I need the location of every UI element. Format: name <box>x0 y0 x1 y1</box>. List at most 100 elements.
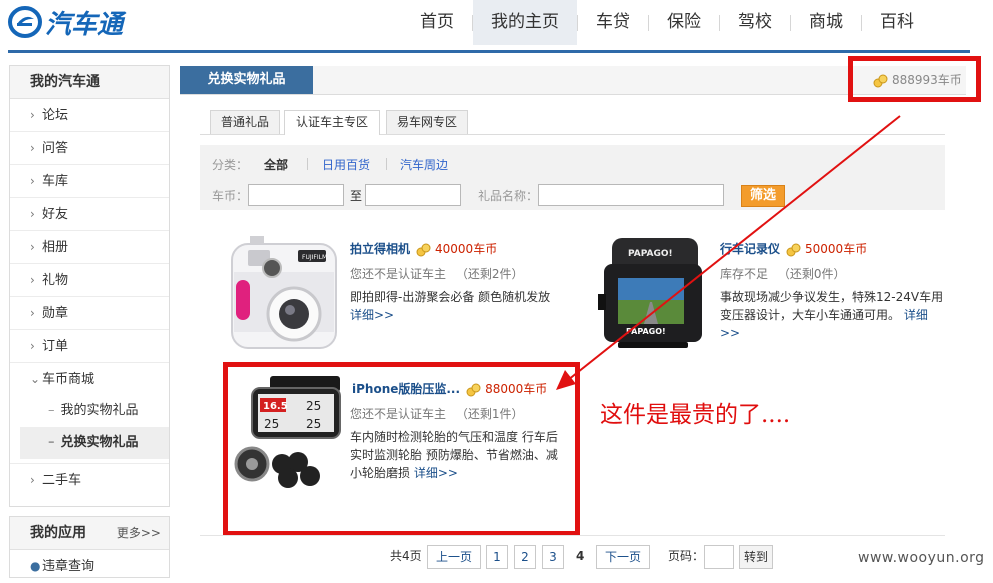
watermark: www.wooyun.org <box>858 550 985 566</box>
tab-certified-owners[interactable]: 认证车主专区 <box>284 110 380 135</box>
chevron-right-icon: › <box>30 240 35 254</box>
nav-loan[interactable]: 车贷 <box>578 0 648 45</box>
sidebar-subitem-my-gifts[interactable]: – 我的实物礼品 <box>10 395 169 427</box>
annotation-box-balance <box>848 56 981 102</box>
pager-divider <box>200 535 945 537</box>
nav-home[interactable]: 首页 <box>402 0 472 45</box>
sidebar-apps: 我的应用 更多>> ● 违章查询 <box>9 516 170 578</box>
sidebar-item-garage[interactable]: › 车库 <box>10 165 169 198</box>
page-title: 兑换实物礼品 <box>180 66 313 94</box>
logo-text: 汽车通 <box>45 9 124 40</box>
product-description: 即拍即得-出游聚会必备 颜色随机发放 详细>> <box>350 288 565 324</box>
sidebar-item-qa[interactable]: › 问答 <box>10 132 169 165</box>
chevron-right-icon: › <box>30 141 35 155</box>
chevron-right-icon: › <box>30 473 35 487</box>
pager-go-button[interactable]: 转到 <box>739 545 773 569</box>
filter-panel: 分类： 全部 日用百货 汽车周边 车币： 至 礼品名称： 筛选 <box>200 145 945 210</box>
sidebar-item-violation-query[interactable]: ● 违章查询 <box>10 550 169 582</box>
coin-min-input[interactable] <box>248 184 344 206</box>
tab-normal-gifts[interactable]: 普通礼品 <box>210 110 280 134</box>
sidebar-item-coin-mall[interactable]: ⌄ 车币商城 <box>10 363 169 395</box>
sidebar-title: 我的汽车通 <box>10 66 169 99</box>
nav-insurance[interactable]: 保险 <box>649 0 719 45</box>
chevron-right-icon: › <box>30 108 35 122</box>
product-status: 您还不是认证车主 （还剩2件） <box>350 265 523 282</box>
range-to-label: 至 <box>350 189 363 203</box>
pager-page-input[interactable] <box>704 545 734 569</box>
product-remaining: （还剩2件） <box>455 267 524 281</box>
coin-icon <box>786 243 801 256</box>
sidebar-menu: 我的汽车通 › 论坛 › 问答 › 车库 › 好友 › 相册 › 礼物 › 勋章 › 订单 ⌄ 车… <box>9 65 170 507</box>
nav-mall[interactable]: 商城 <box>791 0 861 45</box>
product-description-text: 即拍即得-出游聚会必备 颜色随机发放 <box>350 290 551 304</box>
svg-text:PAPAGO!: PAPAGO! <box>628 249 673 259</box>
pager-page-3[interactable]: 3 <box>542 545 564 569</box>
chevron-right-icon: › <box>30 174 35 188</box>
product-status-text: 您还不是认证车主 <box>350 267 447 281</box>
pager-total: 共4页 <box>390 549 422 563</box>
chevron-right-icon: › <box>30 339 35 353</box>
dash-icon: – <box>48 403 55 418</box>
sidebar-item-album[interactable]: › 相册 <box>10 231 169 264</box>
svg-text:PAPAGO!: PAPAGO! <box>626 327 666 336</box>
pager-next-button[interactable]: 下一页 <box>596 545 650 569</box>
product-remaining: （还剩0件） <box>777 267 846 281</box>
product-name-link[interactable]: 拍立得相机 <box>350 240 410 257</box>
sidebar-item-forum[interactable]: › 论坛 <box>10 99 169 132</box>
sidebar-subitem-label: 兑换实物礼品 <box>60 435 139 450</box>
coin-icon <box>416 243 431 256</box>
annotation-box-product <box>223 362 580 536</box>
nav-wiki[interactable]: 百科 <box>862 0 932 45</box>
pager-page-2[interactable]: 2 <box>514 545 536 569</box>
nav-my-home[interactable]: 我的主页 <box>473 0 577 45</box>
sidebar-item-gifts[interactable]: › 礼物 <box>10 264 169 297</box>
sidebar-item-label: 车币商城 <box>42 372 95 387</box>
pager-page-label: 页码： <box>668 549 705 563</box>
product-price: 40000车币 <box>435 242 498 256</box>
sidebar-item-label: 车库 <box>42 174 69 189</box>
apps-title: 我的应用 更多>> <box>10 517 169 550</box>
product-title-row: 行车记录仪 50000车币 <box>720 240 867 257</box>
sidebar-item-orders[interactable]: › 订单 <box>10 330 169 363</box>
sidebar-item-label: 订单 <box>42 339 69 354</box>
sidebar-item-medals[interactable]: › 勋章 <box>10 297 169 330</box>
category-daily-goods[interactable]: 日用百货 <box>322 156 370 173</box>
coin-range-label: 车币： <box>212 189 249 203</box>
nav-underline <box>8 50 970 53</box>
category-label: 分类： <box>212 158 249 172</box>
logo-icon <box>8 6 42 38</box>
gift-name-label: 礼品名称： <box>478 189 539 203</box>
gift-name-input[interactable] <box>538 184 724 206</box>
sidebar-item-label: 问答 <box>42 141 69 156</box>
product-details-link[interactable]: 详细>> <box>350 308 394 322</box>
product-image-dashcam[interactable]: PAPAGO! PAPAGO! <box>598 234 710 354</box>
product-status: 库存不足 （还剩0件） <box>720 265 845 282</box>
product-status-text: 库存不足 <box>720 267 769 281</box>
category-all[interactable]: 全部 <box>264 156 288 173</box>
sidebar-item-label: 二手车 <box>42 473 82 488</box>
main-nav: 首页 我的主页 车贷 保险 驾校 商城 百科 <box>402 0 932 45</box>
filter-button[interactable]: 筛选 <box>741 185 785 207</box>
pager-page-1[interactable]: 1 <box>486 545 508 569</box>
sidebar-item-used-cars[interactable]: › 二手车 <box>10 463 169 496</box>
filter-divider <box>386 158 387 170</box>
sidebar-item-label: 论坛 <box>42 108 69 123</box>
dash-icon: – <box>48 435 55 450</box>
product-price: 50000车币 <box>805 242 868 256</box>
product-name-link[interactable]: 行车记录仪 <box>720 240 780 257</box>
apps-title-label: 我的应用 <box>30 525 86 541</box>
site-logo[interactable]: 汽车通 <box>8 3 123 41</box>
sidebar-subitem-label: 我的实物礼品 <box>60 403 139 418</box>
coin-max-input[interactable] <box>365 184 461 206</box>
product-description: 事故现场减少争议发生，特殊12-24V车用变压器设计，大车小车通通可用。 详细>… <box>720 288 945 342</box>
pager-prev-button[interactable]: 上一页 <box>427 545 481 569</box>
category-car-accessories[interactable]: 汽车周边 <box>400 156 448 173</box>
nav-driving-school[interactable]: 驾校 <box>720 0 790 45</box>
annotation-text: 这件是最贵的了.... <box>600 402 791 428</box>
filter-divider <box>307 158 308 170</box>
sidebar-item-friends[interactable]: › 好友 <box>10 198 169 231</box>
tab-yiche-zone[interactable]: 易车网专区 <box>386 110 468 134</box>
sidebar-subitem-redeem-gifts[interactable]: – 兑换实物礼品 <box>20 427 169 459</box>
apps-more-link[interactable]: 更多>> <box>117 517 161 550</box>
product-image-instant-camera[interactable]: FUJIFILM <box>228 236 340 354</box>
